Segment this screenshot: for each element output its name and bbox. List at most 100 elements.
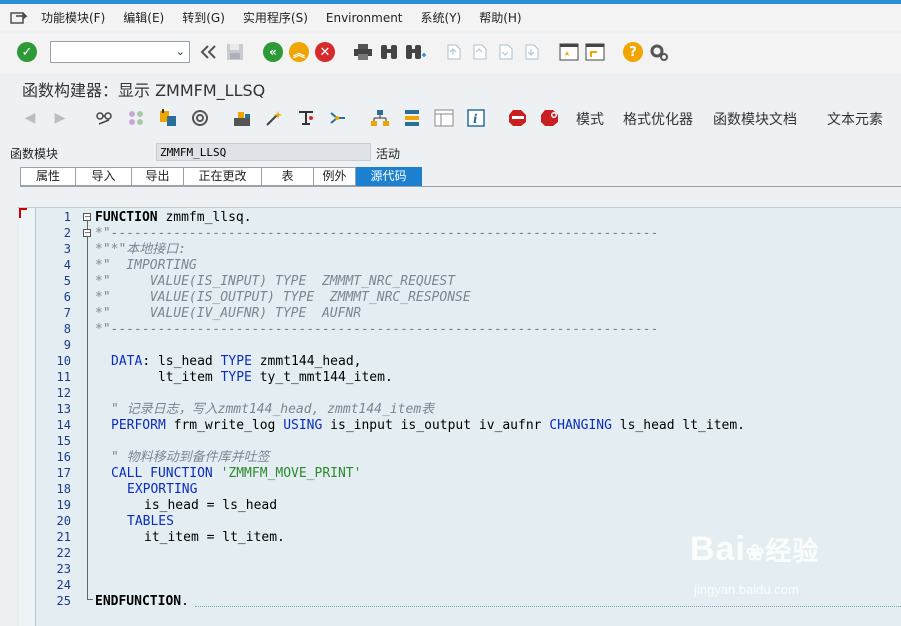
tab-export[interactable]: 导出: [132, 167, 184, 186]
line-number: 13: [56, 402, 71, 416]
activate-icon[interactable]: [158, 108, 178, 128]
code-keyword: PERFORM: [111, 418, 166, 433]
menu-item-edit[interactable]: 编辑(E): [114, 9, 173, 26]
save-icon[interactable]: [224, 41, 246, 63]
status-label: 活动: [376, 147, 401, 161]
find-icon[interactable]: [378, 41, 400, 63]
code-keyword: EXPORTING: [127, 482, 198, 497]
navigation-window-icon[interactable]: [328, 108, 348, 128]
code-keyword: CALL FUNCTION: [111, 466, 213, 481]
command-field[interactable]: ⌄: [50, 41, 190, 63]
code-keyword: CHANGING: [549, 418, 612, 433]
line-number: 24: [56, 578, 71, 592]
line-number: 12: [56, 386, 71, 400]
line-number: 25: [56, 594, 71, 608]
new-session-icon[interactable]: [558, 41, 580, 63]
last-page-icon[interactable]: [520, 41, 542, 63]
hierarchy-icon[interactable]: [370, 108, 390, 128]
code-line: PERFORM frm_write_log USING is_input is_…: [111, 418, 745, 434]
code-keyword: FUNCTION: [95, 210, 158, 225]
code-comment: *" VALUE(IS_INPUT) TYPE ZMMMT_NRC_REQUES…: [95, 274, 456, 289]
page-title: 函数构建器：显示 ZMMFM_LLSQ: [22, 81, 266, 100]
code-text: it_item = lt_item.: [144, 530, 285, 545]
help-icon[interactable]: ?: [622, 41, 644, 63]
breakpoint-column[interactable]: [19, 208, 36, 626]
settings-icon[interactable]: [648, 41, 670, 63]
function-module-doc-button[interactable]: 函数模块文档: [713, 109, 797, 129]
first-page-icon[interactable]: [442, 41, 464, 63]
fold-guide: [87, 237, 88, 599]
tab-changing[interactable]: 正在更改: [184, 167, 262, 186]
title-bar: 函数构建器：显示 ZMMFM_LLSQ: [0, 73, 901, 103]
pretty-printer-button[interactable]: 格式优化器: [623, 109, 693, 129]
stack-icon[interactable]: [402, 108, 422, 128]
arrow-right-icon[interactable]: ▶: [50, 108, 70, 128]
find-next-icon[interactable]: [404, 41, 426, 63]
code-comment: *"*"本地接口:: [95, 242, 187, 257]
glasses-pencil-icon[interactable]: [94, 108, 114, 128]
tab-attributes[interactable]: 属性: [20, 167, 76, 186]
tab-source-code[interactable]: 源代码: [356, 167, 422, 186]
line-number: 2: [63, 226, 71, 240]
arrow-left-icon[interactable]: ◀: [20, 108, 40, 128]
breakpoint-icon[interactable]: [508, 108, 528, 128]
prev-page-icon[interactable]: [468, 41, 490, 63]
back-double-icon[interactable]: [198, 41, 220, 63]
error-marker: [19, 208, 27, 218]
syntax-check-icon[interactable]: [296, 108, 316, 128]
code-comment: *" VALUE(IS_OUTPUT) TYPE ZMMMT_NRC_RESPO…: [95, 290, 471, 305]
code-keyword: USING: [283, 418, 323, 433]
line-number: 9: [63, 338, 71, 352]
code-line: CALL FUNCTION 'ZMMFM_MOVE_PRINT': [111, 466, 361, 482]
code-text: zmmt144_head,: [251, 354, 362, 369]
fold-collapse-icon[interactable]: −: [83, 213, 91, 221]
next-page-icon[interactable]: [494, 41, 516, 63]
window-menu-icon[interactable]: [10, 11, 28, 24]
code-comment: *"--------------------------------------…: [95, 322, 659, 337]
exit-icon[interactable]: ︽: [288, 41, 310, 63]
function-module-field-row: 函数模块 ZMMFM_LLSQ 活动: [0, 141, 901, 165]
menu-item-help[interactable]: 帮助(H): [470, 9, 530, 26]
line-number: 22: [56, 546, 71, 560]
tab-tables[interactable]: 表: [262, 167, 314, 186]
tab-import[interactable]: 导入: [76, 167, 132, 186]
line-number: 23: [56, 562, 71, 576]
where-used-icon[interactable]: [190, 108, 210, 128]
code-text: : ls_head: [142, 354, 221, 369]
pattern-button[interactable]: 模式: [576, 109, 604, 129]
menu-item-goto[interactable]: 转到(G): [173, 9, 234, 26]
other-object-icon[interactable]: [126, 108, 146, 128]
menu-bar: 功能模块(F) 编辑(E) 转到(G) 实用程序(S) Environment …: [0, 4, 901, 31]
code-line: lt_item TYPE ty_t_mmt144_item.: [111, 370, 393, 386]
tab-exceptions[interactable]: 例外: [314, 167, 356, 186]
tab-underline: [20, 186, 901, 187]
code-comment: *"--------------------------------------…: [95, 226, 659, 241]
baidu-watermark: Bai❀经验 jingyan.baidu.com: [690, 530, 820, 597]
shortcut-icon[interactable]: [584, 41, 606, 63]
print-icon[interactable]: [352, 41, 374, 63]
line-number: 6: [63, 290, 71, 304]
layout-icon[interactable]: [434, 108, 454, 128]
magic-wand-icon[interactable]: [264, 108, 284, 128]
back-icon[interactable]: «: [262, 41, 284, 63]
object-list-icon[interactable]: [232, 108, 252, 128]
fold-collapse-icon[interactable]: −: [83, 229, 91, 237]
text-elements-button[interactable]: 文本元素: [827, 109, 883, 129]
code-text: is_input is_output iv_aufnr: [322, 418, 550, 433]
info-icon[interactable]: i: [466, 108, 486, 128]
chevron-down-icon[interactable]: ⌄: [176, 45, 185, 58]
external-breakpoint-icon[interactable]: [540, 108, 560, 128]
code-keyword: DATA: [111, 354, 143, 369]
menu-item-environment[interactable]: Environment: [317, 11, 412, 25]
watermark-brand-cn: 经验: [765, 536, 820, 566]
cancel-icon[interactable]: ✕: [314, 41, 336, 63]
enter-checkmark-icon[interactable]: ✓: [16, 41, 38, 63]
code-keyword: ENDFUNCTION: [95, 594, 182, 609]
menu-item-utilities[interactable]: 实用程序(S): [234, 9, 317, 26]
line-number: 10: [56, 354, 71, 368]
code-keyword: TYPE: [220, 370, 252, 385]
code-text: ty_t_mmt144_item.: [251, 370, 393, 385]
menu-item-function-module[interactable]: 功能模块(F): [32, 9, 114, 26]
menu-item-system[interactable]: 系统(Y): [412, 9, 471, 26]
fold-guide: [87, 221, 88, 229]
